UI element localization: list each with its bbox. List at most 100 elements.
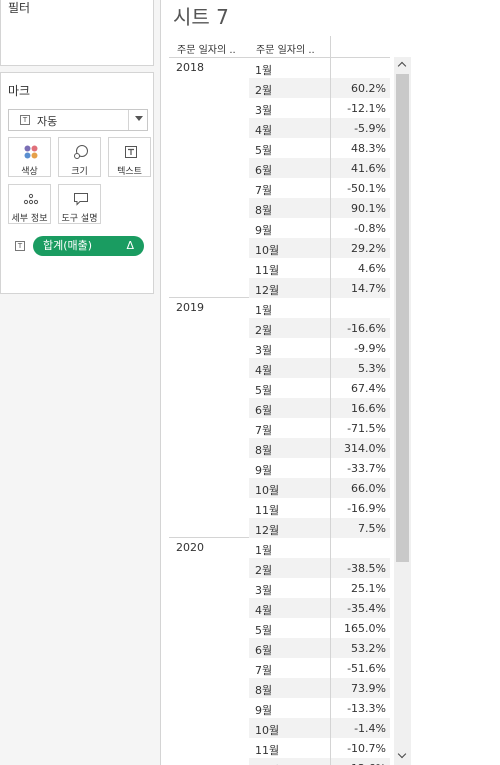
mark-type-dropdown[interactable]: T 자동 (8, 109, 148, 131)
month-label: 8월 (255, 204, 273, 217)
year-group: 2018 1월 2월 60.2% 3월 -12.1% 4월 -5.9% 5월 48.3% 6월 41.… (169, 58, 390, 298)
chevron-down-icon[interactable] (135, 116, 143, 121)
value-cell: 41.6% (351, 162, 386, 175)
value-cell: 29.2% (351, 242, 386, 255)
value-cell: 4.6% (358, 262, 386, 275)
month-label: 3월 (255, 344, 273, 357)
table-row[interactable]: 11월 4.6% (249, 258, 390, 278)
table-row[interactable]: 3월 -9.9% (249, 338, 390, 358)
table-row[interactable]: 6월 53.2% (249, 638, 390, 658)
detail-button[interactable]: 세부 정보 (8, 184, 51, 224)
month-label: 3월 (255, 104, 273, 117)
table-row[interactable]: 3월 25.1% (249, 578, 390, 598)
table-row[interactable]: 11월 -10.7% (249, 738, 390, 758)
month-label: 12월 (255, 524, 280, 537)
table-row[interactable]: 9월 -33.7% (249, 458, 390, 478)
table-row[interactable]: 4월 -35.4% (249, 598, 390, 618)
table-row[interactable]: 7월 -71.5% (249, 418, 390, 438)
table-row[interactable]: 1월 (249, 298, 390, 318)
filters-card: 필터 (0, 0, 154, 66)
value-cell: -16.6% (347, 322, 386, 335)
scroll-down-icon[interactable] (394, 748, 411, 765)
table-row[interactable]: 12월 14.7% (249, 278, 390, 298)
year-label[interactable]: 2020 (176, 541, 204, 554)
table-row[interactable]: 10월 29.2% (249, 238, 390, 258)
table-row[interactable]: 1월 (249, 538, 390, 558)
month-label: 10월 (255, 244, 280, 257)
month-label: 7월 (255, 664, 273, 677)
year-label[interactable]: 2018 (176, 61, 204, 74)
detail-icon (23, 193, 39, 205)
color-icon (24, 145, 38, 159)
table-row[interactable]: 5월 165.0% (249, 618, 390, 638)
table-row[interactable]: 1월 (249, 58, 390, 78)
value-cell: 66.0% (351, 482, 386, 495)
month-label: 2월 (255, 324, 273, 337)
value-cell: 14.7% (351, 282, 386, 295)
month-label: 6월 (255, 404, 273, 417)
month-label: 11월 (255, 744, 280, 757)
table-row[interactable]: 6월 16.6% (249, 398, 390, 418)
value-cell: 73.9% (351, 682, 386, 695)
marks-card: 마크 T 자동 색상 크기 텍스트 세부 정보 도구 설명 T 합계(매출) Δ (0, 72, 154, 294)
table-row[interactable]: 9월 -13.3% (249, 698, 390, 718)
table-row[interactable]: 7월 -51.6% (249, 658, 390, 678)
sum-sales-pill[interactable]: 합계(매출) Δ (33, 236, 144, 256)
year-group: 2019 1월 2월 -16.6% 3월 -9.9% 4월 5.3% 5월 67.4% 6월 16.6… (169, 298, 390, 538)
value-cell: -51.6% (347, 662, 386, 675)
table-row[interactable]: 2월 -16.6% (249, 318, 390, 338)
table-row[interactable]: 9월 -0.8% (249, 218, 390, 238)
table-row[interactable]: 7월 -50.1% (249, 178, 390, 198)
value-cell: 25.1% (351, 582, 386, 595)
value-cell: -13.3% (347, 702, 386, 715)
table-row[interactable]: 8월 314.0% (249, 438, 390, 458)
table-row[interactable]: 5월 48.3% (249, 138, 390, 158)
text-button[interactable]: 텍스트 (108, 137, 151, 177)
month-label: 5월 (255, 144, 273, 157)
marks-field-row: T 합계(매출) Δ (8, 235, 148, 257)
tooltip-label: 도구 설명 (61, 214, 98, 224)
month-label: 6월 (255, 644, 273, 657)
value-cell: -38.5% (347, 562, 386, 575)
year-group: 2020 1월 2월 -38.5% 3월 25.1% 4월 -35.4% 5월 165.0% 6월 5… (169, 538, 390, 765)
month-label: 2월 (255, 564, 273, 577)
value-cell: 314.0% (344, 442, 386, 455)
column-header-year[interactable]: 주문 일자의 .. (177, 41, 236, 56)
month-label: 2월 (255, 84, 273, 97)
table-row[interactable]: 3월 -12.1% (249, 98, 390, 118)
month-label: 6월 (255, 164, 273, 177)
table-row[interactable]: 8월 73.9% (249, 678, 390, 698)
table-row[interactable]: 8월 90.1% (249, 198, 390, 218)
vertical-scrollbar[interactable] (394, 57, 411, 765)
tooltip-button[interactable]: 도구 설명 (58, 184, 101, 224)
size-icon (74, 145, 88, 159)
column-headers: 주문 일자의 .. 주문 일자의 .. (169, 36, 390, 58)
table-row[interactable]: 12월-12.6% (249, 758, 390, 765)
size-button[interactable]: 크기 (58, 137, 101, 177)
mark-type-label: 자동 (37, 115, 58, 128)
table-row[interactable]: 11월 -16.9% (249, 498, 390, 518)
header-divider (330, 36, 331, 58)
value-cell: 48.3% (351, 142, 386, 155)
table-row[interactable]: 4월 5.3% (249, 358, 390, 378)
scroll-thumb[interactable] (396, 74, 409, 562)
table-row[interactable]: 10월 -1.4% (249, 718, 390, 738)
scroll-up-icon[interactable] (394, 57, 411, 74)
value-cell: 165.0% (344, 622, 386, 635)
table-row[interactable]: 12월 7.5% (249, 518, 390, 538)
color-button[interactable]: 색상 (8, 137, 51, 177)
table-row[interactable]: 6월 41.6% (249, 158, 390, 178)
month-label: 4월 (255, 124, 273, 137)
table-row[interactable]: 4월 -5.9% (249, 118, 390, 138)
value-column-divider (330, 58, 331, 765)
column-header-month[interactable]: 주문 일자의 .. (256, 41, 315, 56)
table-row[interactable]: 10월 66.0% (249, 478, 390, 498)
delta-icon: Δ (126, 239, 134, 252)
year-label[interactable]: 2019 (176, 301, 204, 314)
table-row[interactable]: 5월 67.4% (249, 378, 390, 398)
month-label: 4월 (255, 364, 273, 377)
table-row[interactable]: 2월 60.2% (249, 78, 390, 98)
month-label: 10월 (255, 484, 280, 497)
value-cell: -35.4% (347, 602, 386, 615)
table-row[interactable]: 2월 -38.5% (249, 558, 390, 578)
